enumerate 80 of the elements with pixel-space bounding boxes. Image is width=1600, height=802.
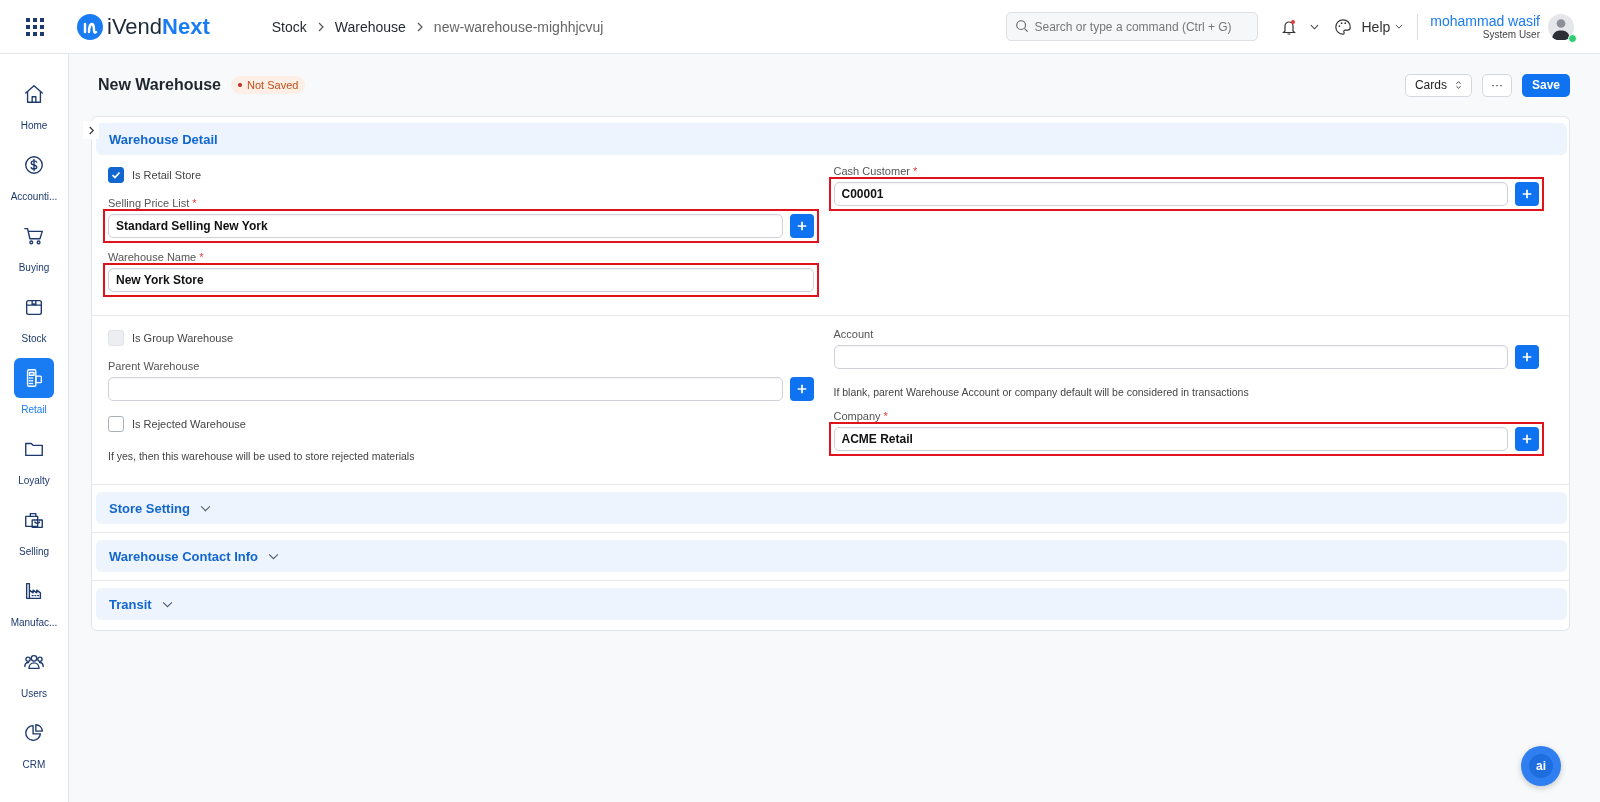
brand-name: iVendNext (107, 13, 210, 40)
input-field[interactable] (108, 377, 783, 401)
input-field[interactable]: ACME Retail (833, 427, 1508, 451)
plus-icon (795, 220, 808, 232)
chevron-down-icon[interactable] (1309, 23, 1319, 30)
sidebar-item[interactable]: Users (14, 642, 54, 713)
plus-icon (1521, 433, 1533, 445)
pie-chart-icon (23, 722, 45, 744)
sidebar-item[interactable]: Loyalty (14, 429, 54, 500)
add-button[interactable] (1515, 427, 1539, 451)
add-button[interactable] (789, 377, 814, 401)
sidebar-item[interactable]: Home (14, 74, 54, 145)
add-button[interactable] (1515, 345, 1539, 369)
required-mark: * (199, 251, 204, 263)
required-mark: * (912, 165, 918, 177)
input-field[interactable] (833, 345, 1508, 369)
sidebar-item[interactable]: Accounti... (10, 145, 58, 216)
sidebar-item[interactable]: CRM (14, 713, 54, 784)
field-description: If yes, then this warehouse will be used to store rejected materials (108, 450, 416, 462)
field-label: Company (833, 410, 881, 422)
user-name[interactable]: mohammad wasif (1430, 13, 1540, 29)
user-role: System User (1482, 29, 1540, 40)
chevron-down-icon (161, 600, 173, 608)
section-header[interactable]: Warehouse Detail (96, 123, 1567, 155)
required-mark: * (883, 410, 888, 422)
field-label: Parent Warehouse (108, 360, 200, 372)
sidebar-item[interactable]: Selling (14, 500, 54, 571)
input-field[interactable]: New York Store (108, 268, 814, 292)
chevron-down-icon (1395, 24, 1404, 29)
add-button[interactable] (1515, 182, 1539, 206)
status-indicator: Not Saved (231, 76, 306, 94)
checkbox-label: Is Rejected Warehouse (132, 418, 246, 430)
chevron-down-icon (199, 504, 211, 512)
section-header[interactable]: Store Setting (96, 492, 1567, 524)
breadcrumb-link[interactable]: Warehouse (334, 18, 406, 35)
sidebar-item[interactable]: Buying (14, 216, 54, 287)
plus-icon (1521, 351, 1533, 363)
chevron-down-icon (268, 552, 280, 560)
sidebar-toggle[interactable] (83, 121, 99, 139)
checkbox[interactable] (108, 167, 124, 183)
add-button[interactable] (789, 214, 814, 238)
cart-icon (23, 225, 45, 247)
logo-icon (77, 13, 103, 40)
palette-icon[interactable] (1333, 17, 1352, 36)
plus-icon (1521, 188, 1533, 200)
more-button[interactable]: ··· (1481, 73, 1512, 97)
field-label: Selling Price List (108, 197, 190, 209)
field-label: Warehouse Name (108, 251, 197, 263)
page-title: New Warehouse (98, 76, 221, 94)
section-header[interactable]: Warehouse Contact Info (96, 540, 1567, 572)
section-header[interactable]: Transit (96, 588, 1567, 620)
breadcrumb-link[interactable]: Stock (271, 18, 307, 35)
assistant-button[interactable]: ai (1521, 746, 1561, 786)
input-field[interactable]: C00001 (833, 182, 1508, 206)
dollar-icon (23, 154, 45, 176)
breadcrumb-link[interactable]: new-warehouse-mighhjcvuj (433, 18, 604, 35)
up-down-chevron-icon (1454, 80, 1462, 90)
checkbox-label: Is Retail Store (132, 169, 202, 181)
field-label: Account (833, 328, 874, 340)
plus-icon (795, 383, 808, 395)
user-avatar[interactable] (1548, 13, 1574, 40)
view-select[interactable]: Cards (1404, 73, 1472, 97)
home-icon (23, 83, 45, 105)
chevron-right-icon (316, 21, 325, 32)
sidebar-item[interactable]: Stock (14, 287, 54, 358)
field-label: Cash Customer (833, 165, 910, 177)
check-icon (110, 169, 122, 181)
search-icon (1014, 19, 1029, 33)
chevron-right-icon (87, 125, 95, 135)
sidebar-item[interactable]: Manufac... (10, 571, 58, 642)
help-menu[interactable]: Help (1361, 18, 1404, 35)
required-mark: * (192, 197, 197, 209)
search-field[interactable]: Search or type a command (Ctrl + G) (1005, 12, 1258, 41)
save-button[interactable]: Save (1521, 73, 1570, 97)
checkbox-label: Is Group Warehouse (132, 332, 234, 344)
apps-grid-icon[interactable] (26, 17, 44, 36)
checkbox[interactable] (108, 416, 124, 432)
field-description: If blank, parent Warehouse Account or company default will be considered in transactions (833, 386, 1250, 398)
input-field[interactable]: Standard Selling New York (108, 214, 783, 238)
chevron-right-icon (415, 21, 424, 32)
